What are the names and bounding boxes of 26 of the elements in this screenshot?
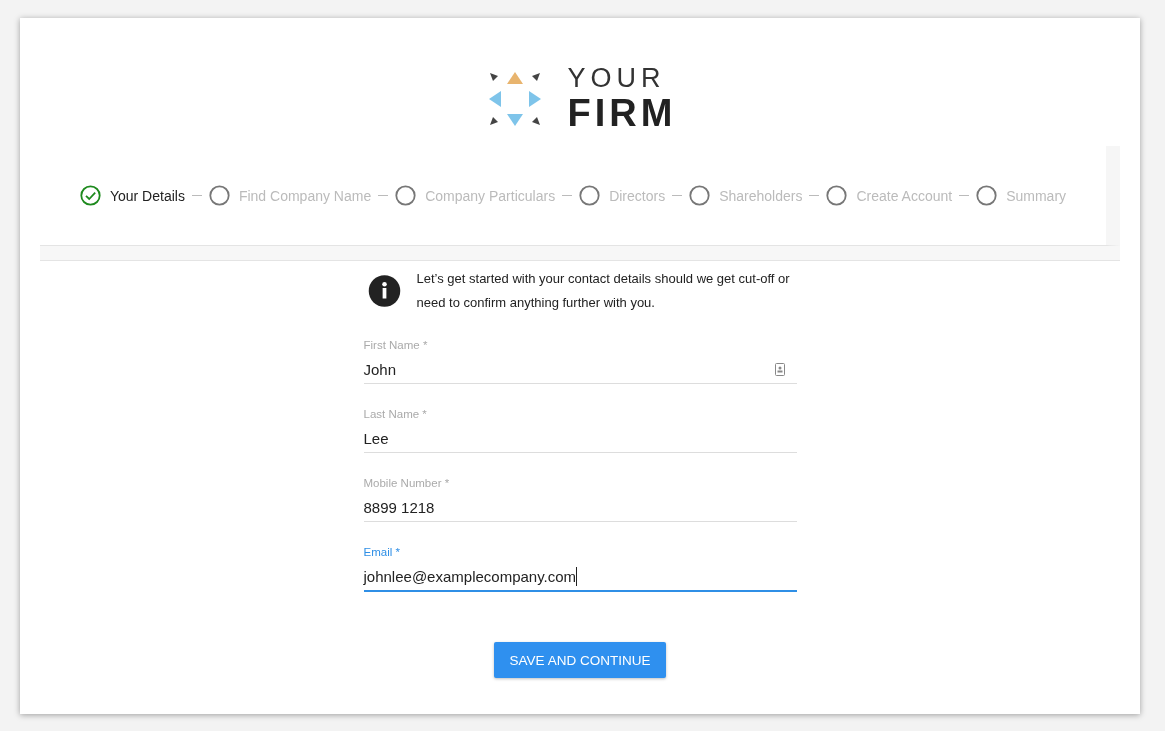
input-field[interactable]: johnlee@examplecompany.com [363,562,797,592]
text-cursor [576,566,578,586]
step-label[interactable]: Directors [609,187,666,204]
step-label[interactable]: Company Particulars [425,187,556,204]
input-field[interactable]: John [363,355,797,384]
step-label[interactable]: Create Account [856,187,953,204]
field-value: johnlee@examplecompany.com [363,567,577,585]
step-label[interactable]: Shareholders [719,187,803,204]
field-value: Lee [363,429,389,447]
logo-text: YOUR [567,65,667,92]
info-message: Let’s get started with your contact details should we get cut-off or need to confirm anything further with you. [416,270,791,312]
contact-card-icon[interactable] [774,362,785,376]
field-value: John [363,360,397,378]
step-label[interactable]: Find Company Name [238,187,372,204]
field-label: Mobile Number * [363,477,451,489]
step-label[interactable]: Your Details [109,187,185,204]
field-label: Email * [363,546,401,558]
input-field[interactable]: Lee [363,424,797,453]
step-label[interactable]: Summary [1006,187,1067,204]
field-label: Last Name * [363,408,428,420]
save-and-continue-button[interactable]: SAVE AND CONTINUE [493,642,667,678]
logo-icon [487,70,542,127]
logo-text: FIRM [567,94,677,132]
field-label: First Name * [363,339,429,351]
field-value: 8899 1218 [363,498,435,516]
input-field[interactable]: 8899 1218 [363,493,797,522]
